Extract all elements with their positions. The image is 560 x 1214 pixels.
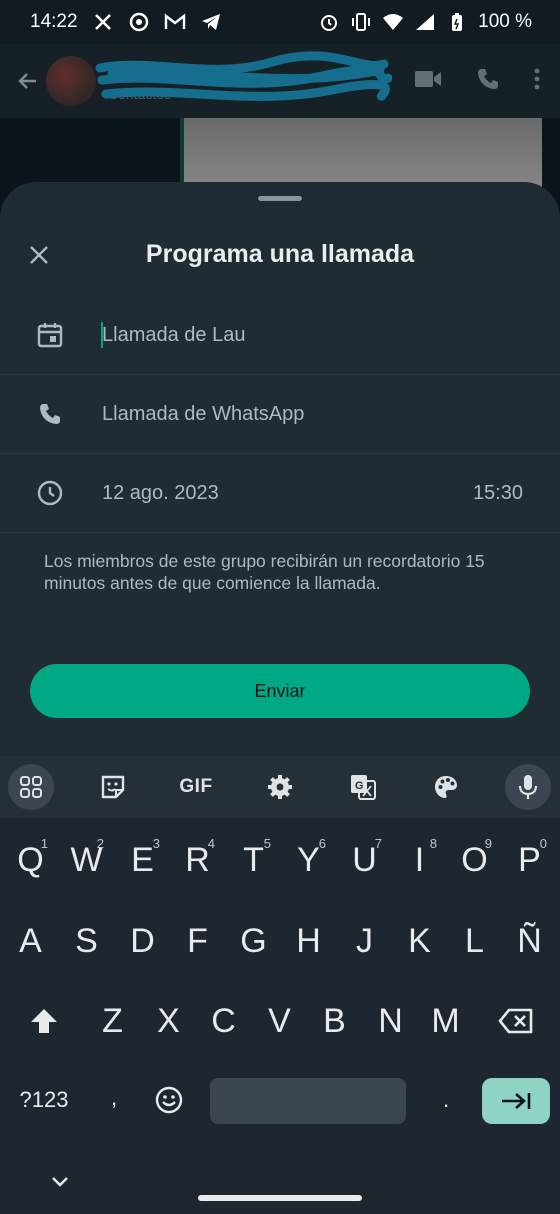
back-arrow-icon[interactable] xyxy=(14,67,42,95)
key-v[interactable]: V xyxy=(252,993,307,1049)
key-o[interactable]: O9 xyxy=(447,832,502,888)
chevron-down-icon[interactable] xyxy=(46,1168,74,1196)
gif-button[interactable]: GIF xyxy=(173,764,219,810)
send-button[interactable]: Enviar xyxy=(30,664,530,718)
key-label: I xyxy=(414,840,425,879)
phone-icon xyxy=(36,400,64,428)
home-gesture-bar[interactable] xyxy=(198,1195,362,1201)
key-label: T xyxy=(243,840,264,879)
alarm-icon xyxy=(318,11,340,33)
telegram-icon xyxy=(200,11,222,33)
battery-percent: 100 % xyxy=(478,11,532,32)
key-r[interactable]: R4 xyxy=(170,832,225,888)
translate-icon[interactable]: G xyxy=(340,764,386,810)
signal-icon xyxy=(414,11,436,33)
comma-key[interactable]: , xyxy=(92,1072,136,1124)
date-time-row[interactable]: 12 ago. 2023 15:30 xyxy=(0,454,560,533)
key-label: O xyxy=(461,840,488,879)
status-bar: 14:22 100 % xyxy=(0,0,560,44)
emoji-icon[interactable] xyxy=(146,1074,192,1126)
time-value[interactable]: 15:30 xyxy=(473,482,523,505)
key-x[interactable]: X xyxy=(141,993,196,1049)
key-n[interactable]: N xyxy=(363,993,418,1049)
key-hint: 2 xyxy=(96,836,104,851)
svg-text:G: G xyxy=(355,780,364,792)
calendar-icon xyxy=(36,321,64,349)
key-q[interactable]: Q1 xyxy=(3,832,58,888)
key-m[interactable]: M xyxy=(418,993,473,1049)
key-n-tilde[interactable]: Ñ xyxy=(502,913,557,969)
gmail-icon xyxy=(164,11,186,33)
key-label: R xyxy=(185,840,210,879)
key-d[interactable]: D xyxy=(115,913,170,969)
shift-icon[interactable] xyxy=(16,993,72,1049)
call-name-row[interactable]: Llamada de Lau xyxy=(0,296,560,375)
keyboard-toolbar: GIF G xyxy=(0,756,560,818)
key-k[interactable]: K xyxy=(392,913,447,969)
chat-header: Grupo Contactos xyxy=(0,44,560,118)
drag-handle[interactable] xyxy=(258,196,302,201)
keyboard: GIF G xyxy=(0,756,560,1214)
sticker-icon[interactable] xyxy=(90,764,136,810)
key-a[interactable]: A xyxy=(3,913,58,969)
key-p[interactable]: P0 xyxy=(502,832,557,888)
key-i[interactable]: I8 xyxy=(392,832,447,888)
status-time: 14:22 xyxy=(30,11,78,32)
voice-call-icon[interactable] xyxy=(476,67,500,96)
space-bar[interactable] xyxy=(210,1078,406,1124)
key-hint: 7 xyxy=(374,836,382,851)
key-z[interactable]: Z xyxy=(85,993,140,1049)
clock-icon xyxy=(36,479,64,507)
key-s[interactable]: S xyxy=(59,913,114,969)
key-c[interactable]: C xyxy=(196,993,251,1049)
key-hint: 1 xyxy=(40,836,48,851)
key-j[interactable]: J xyxy=(337,913,392,969)
apps-grid-icon[interactable] xyxy=(8,764,54,810)
reminder-note: Los miembros de este grupo recibirán un … xyxy=(44,551,485,593)
key-w[interactable]: W2 xyxy=(59,832,114,888)
avatar[interactable] xyxy=(46,56,96,106)
video-call-icon[interactable] xyxy=(414,69,442,94)
key-g[interactable]: G xyxy=(226,913,281,969)
wifi-icon xyxy=(382,11,404,33)
key-y[interactable]: Y6 xyxy=(281,832,336,888)
key-label: U xyxy=(352,840,377,879)
key-label: Q xyxy=(17,840,44,879)
vibrate-icon xyxy=(350,11,372,33)
more-options-icon[interactable] xyxy=(534,68,540,95)
call-type-row[interactable]: Llamada de WhatsApp xyxy=(0,375,560,454)
key-hint: 5 xyxy=(263,836,271,851)
key-t[interactable]: T5 xyxy=(226,832,281,888)
call-name-input[interactable]: Llamada de Lau xyxy=(102,324,245,347)
key-hint: 9 xyxy=(484,836,492,851)
key-h[interactable]: H xyxy=(281,913,336,969)
battery-icon xyxy=(446,11,468,33)
key-e[interactable]: E3 xyxy=(115,832,170,888)
key-hint: 8 xyxy=(429,836,437,851)
key-b[interactable]: B xyxy=(307,993,362,1049)
key-u[interactable]: U7 xyxy=(337,832,392,888)
key-hint: 0 xyxy=(539,836,547,851)
key-f[interactable]: F xyxy=(170,913,225,969)
key-hint: 4 xyxy=(207,836,215,851)
x-app-icon xyxy=(92,11,114,33)
symbols-key[interactable]: ?123 xyxy=(6,1074,82,1126)
gear-icon[interactable] xyxy=(257,764,303,810)
microphone-icon[interactable] xyxy=(505,764,551,810)
chrome-icon xyxy=(128,11,150,33)
key-label: P xyxy=(518,840,541,879)
key-hint: 3 xyxy=(152,836,160,851)
redaction-scribble xyxy=(95,51,392,101)
key-label: Y xyxy=(297,840,320,879)
key-label: E xyxy=(131,840,154,879)
period-key[interactable]: . xyxy=(424,1074,468,1126)
date-value[interactable]: 12 ago. 2023 xyxy=(102,482,219,505)
key-hint: 6 xyxy=(318,836,326,851)
sheet-title: Programa una llamada xyxy=(145,240,415,268)
palette-icon[interactable] xyxy=(423,764,469,810)
key-l[interactable]: L xyxy=(447,913,502,969)
backspace-icon[interactable] xyxy=(488,993,544,1049)
tab-next-icon[interactable] xyxy=(482,1078,550,1124)
call-type-label: Llamada de WhatsApp xyxy=(102,402,305,425)
